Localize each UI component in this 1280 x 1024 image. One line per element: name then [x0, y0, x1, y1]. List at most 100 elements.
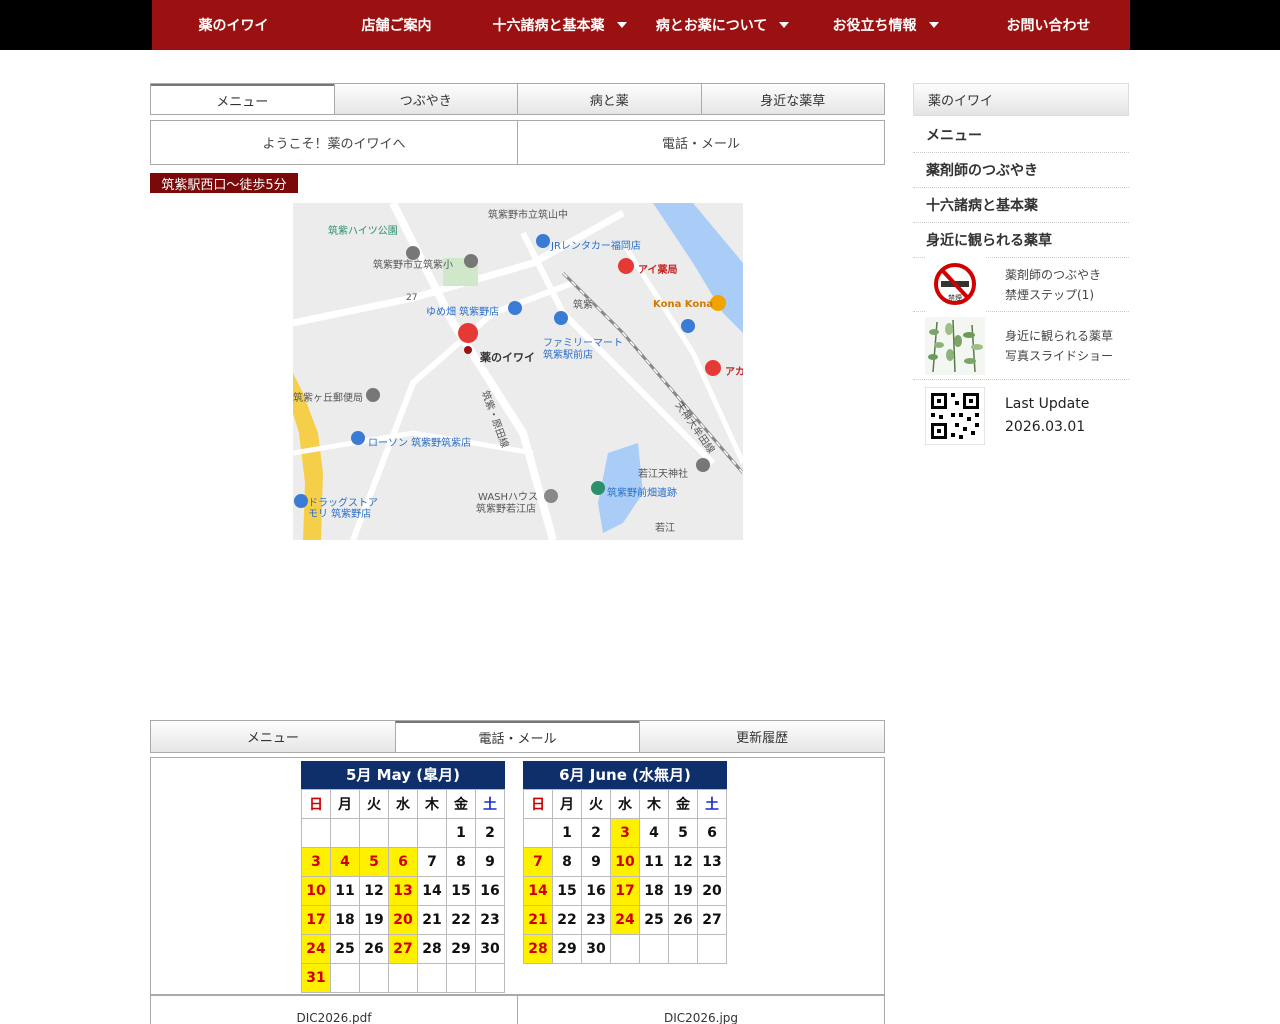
- tab-menu-bottom[interactable]: メニュー: [151, 721, 395, 752]
- weekday-header: 土: [697, 789, 727, 819]
- calendar-day: 2: [581, 818, 611, 848]
- map-label: 若江: [655, 523, 675, 534]
- chevron-down-icon: [616, 22, 627, 28]
- card-title: 身近に観られる薬草: [1005, 329, 1114, 343]
- store-map[interactable]: 筑紫野市立筑山中 筑紫ハイツ公園 JRレンタカー福岡店 筑紫野市立筑紫小 アイ薬…: [293, 203, 743, 540]
- map-label: 筑紫駅前店: [543, 350, 593, 361]
- calendar-day: 5: [668, 818, 698, 848]
- welcome-link[interactable]: ようこそ！薬のイワイへ: [151, 121, 517, 164]
- calendar-pdf-link[interactable]: DIC2026.pdf: [151, 996, 517, 1024]
- welcome-links: ようこそ！薬のイワイへ 電話・メール: [150, 120, 885, 165]
- calendar-day: 11: [639, 847, 669, 877]
- map-label: 筑紫ヶ丘郵便局: [293, 393, 363, 404]
- sidebar-card-last-update[interactable]: Last Update 2026.03.01: [913, 385, 1129, 447]
- calendar-day: 22: [446, 905, 476, 935]
- main-navigation: 薬のイワイ 店舗ご案内 十六諸病と基本薬 病とお薬について お役立ち情報 お問い…: [152, 0, 1130, 50]
- last-update-date: 2026.03.01: [1005, 419, 1086, 435]
- map-label: 筑紫野前畑遺跡: [607, 488, 677, 499]
- calendar-day: 15: [552, 876, 582, 906]
- calendar-day: 28: [417, 934, 447, 964]
- calendar-day: 7: [523, 847, 553, 877]
- sidebar-item-herbs[interactable]: 身近に観られる薬草: [913, 223, 1129, 258]
- calendar-day: 4: [639, 818, 669, 848]
- nav-item-diseases-medicines[interactable]: 十六諸病と基本薬: [478, 0, 641, 50]
- weekday-header: 月: [330, 789, 360, 819]
- calendar-day: 27: [388, 934, 418, 964]
- tab-herbs[interactable]: 身近な薬草: [700, 84, 884, 114]
- calendar-day: 21: [417, 905, 447, 935]
- sidebar-header: 薬のイワイ: [913, 83, 1129, 116]
- calendar-panel: 5月 May (皐月) 日月火水木金土 1 2 3 4 5 6 7 8 9 10 11 12 13 14 1…: [150, 757, 885, 995]
- calendar-day: 19: [668, 876, 698, 906]
- qr-code-icon: [925, 387, 985, 445]
- calendar-day: 24: [610, 905, 640, 935]
- sidebar-item-menu[interactable]: メニュー: [913, 118, 1129, 153]
- calendar-week-row: 12: [301, 818, 505, 848]
- map-label: アカ: [725, 367, 743, 378]
- map-label: 筑紫野若江店: [476, 504, 536, 515]
- calendar-day: 1: [552, 818, 582, 848]
- calendar-empty-cell: [475, 963, 505, 993]
- calendar-week-row: 3456789: [301, 847, 505, 877]
- map-label: 筑紫: [573, 300, 593, 311]
- sidebar-item-pharmacist-tweets[interactable]: 薬剤師のつぶやき: [913, 153, 1129, 188]
- calendar-week-row: 10 11 12 13 14 15 16: [301, 876, 505, 906]
- nav-item-illness-medicine[interactable]: 病とお薬について: [641, 0, 804, 50]
- calendar-day: 5: [359, 847, 389, 877]
- calendar-week-row: 21 22 23 24 25 26 27: [523, 905, 727, 935]
- weekday-header: 木: [417, 789, 447, 819]
- sidebar-item-diseases-medicines[interactable]: 十六諸病と基本薬: [913, 188, 1129, 223]
- nav-item-contact[interactable]: お問い合わせ: [967, 0, 1130, 50]
- weekday-header: 水: [388, 789, 418, 819]
- calendar-day: 7: [417, 847, 447, 877]
- calendar-day: 30: [581, 934, 611, 964]
- map-label: ゆめ畑 筑紫野店: [426, 307, 500, 318]
- tab-update-history[interactable]: 更新履歴: [639, 721, 885, 752]
- calendar-title: 5月 May (皐月): [301, 761, 505, 789]
- calendar-week-row: 123456: [523, 818, 727, 848]
- content-tabs-bottom: メニュー 電話・メール 更新履歴: [150, 720, 885, 753]
- calendar-day: 26: [359, 934, 389, 964]
- calendar-day: 6: [697, 818, 727, 848]
- card-title: 薬剤師のつぶやき: [1005, 267, 1102, 282]
- calendar-week-row: 28 29 30: [523, 934, 727, 964]
- calendar-day: 17: [610, 876, 640, 906]
- calendar-day: 19: [359, 905, 389, 935]
- calendar-jpg-link[interactable]: DIC2026.jpg: [517, 996, 884, 1024]
- calendar-day: 15: [446, 876, 476, 906]
- herb-thumbnail: [925, 317, 985, 375]
- content-tabs-top: メニュー つぶやき 病と薬 身近な薬草: [150, 83, 885, 115]
- last-update-label: Last Update: [1005, 396, 1090, 412]
- nav-item-useful-info[interactable]: お役立ち情報: [804, 0, 967, 50]
- calendar-day: 24: [301, 934, 331, 964]
- weekday-header: 月: [552, 789, 582, 819]
- calendar-week-row: 24 25 26 27 28 29 30: [301, 934, 505, 964]
- calendar-day: 31: [301, 963, 331, 993]
- calendar-day: 20: [388, 905, 418, 935]
- calendar-week-row: 17 18 19 20 21 22 23: [301, 905, 505, 935]
- calendar-day: 30: [475, 934, 505, 964]
- calendar-empty-cell: [446, 963, 476, 993]
- tab-menu[interactable]: メニュー: [151, 84, 334, 114]
- sidebar-menu: メニュー 薬剤師のつぶやき 十六諸病と基本薬 身近に観られる薬草: [913, 118, 1129, 258]
- sidebar-card-herbs[interactable]: 身近に観られる薬草 写真スライドショー: [913, 313, 1129, 380]
- nav-item-store-info[interactable]: 店舗ご案内: [315, 0, 478, 50]
- calendar-empty-cell: [417, 818, 447, 848]
- calendar-day: 26: [668, 905, 698, 935]
- calendar-day: 9: [475, 847, 505, 877]
- phone-mail-link[interactable]: 電話・メール: [517, 121, 884, 164]
- calendar-day: 2: [475, 818, 505, 848]
- calendar-day: 23: [581, 905, 611, 935]
- shop-map-label: 薬のイワイ: [480, 351, 535, 364]
- calendar-day: 1: [446, 818, 476, 848]
- calendar-day: 3: [610, 818, 640, 848]
- sidebar-card-no-smoking[interactable]: 禁煙 薬剤師のつぶやき 禁煙ステップ(1): [913, 255, 1129, 314]
- calendar-empty-cell: [668, 934, 698, 964]
- tab-illness-medicine[interactable]: 病と薬: [517, 84, 701, 114]
- weekday-header: 金: [668, 789, 698, 819]
- calendar-day: 14: [523, 876, 553, 906]
- weekday-header: 土: [475, 789, 505, 819]
- tab-tweets[interactable]: つぶやき: [333, 84, 517, 114]
- tab-phone-mail[interactable]: 電話・メール: [394, 721, 640, 752]
- nav-item-home[interactable]: 薬のイワイ: [152, 0, 315, 50]
